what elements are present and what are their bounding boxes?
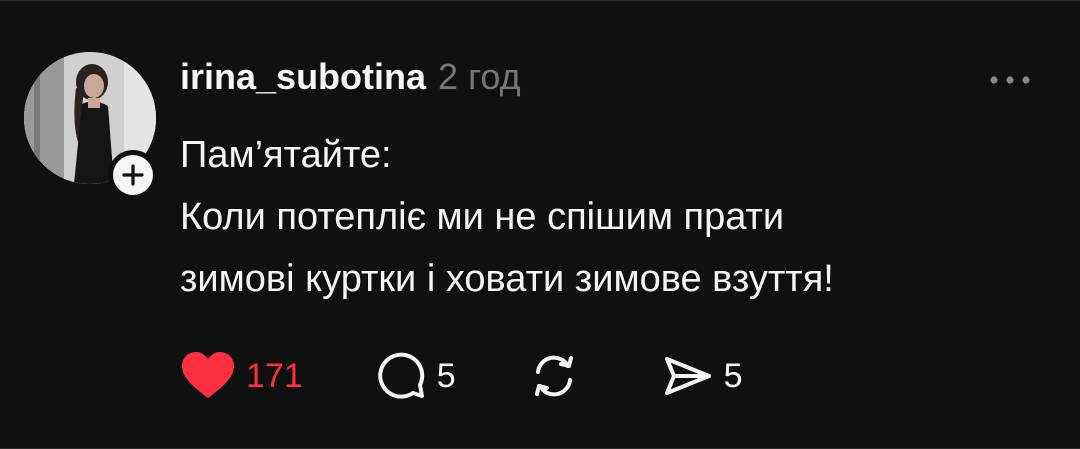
plus-icon: [122, 164, 144, 186]
follow-button[interactable]: [108, 150, 158, 200]
heart-icon: [182, 352, 234, 398]
post-text-line: Пам’ятайте:: [180, 134, 392, 176]
post-text-line: Коли потепліє ми не спішим прати: [180, 196, 785, 238]
reply-count: 5: [436, 356, 456, 395]
avatar-container[interactable]: [24, 52, 158, 200]
top-divider: [0, 0, 1080, 1]
follow-button-inner: [113, 155, 153, 195]
timestamp: 2 год: [438, 56, 521, 97]
repost-icon: [534, 355, 573, 397]
action-bar: 171 5 5: [180, 348, 743, 404]
post-text: Пам’ятайте: Коли потепліє ми не спішим п…: [180, 124, 1060, 310]
share-button[interactable]: 5: [662, 348, 743, 404]
like-count: 171: [246, 356, 303, 395]
more-options-button[interactable]: [982, 60, 1038, 100]
reply-button[interactable]: 5: [375, 348, 456, 404]
send-icon: [664, 357, 711, 395]
comment-bubble-icon: [377, 352, 424, 399]
post-header: irina_subotina 2 год: [180, 56, 521, 100]
repost-button[interactable]: [528, 348, 580, 404]
more-horizontal-icon: [990, 76, 1030, 84]
share-count: 5: [723, 356, 743, 395]
like-button[interactable]: 171: [180, 348, 303, 404]
post-text-line: зимові куртки і ховати зимове взуття!: [180, 258, 834, 300]
username[interactable]: irina_subotina: [180, 56, 426, 98]
